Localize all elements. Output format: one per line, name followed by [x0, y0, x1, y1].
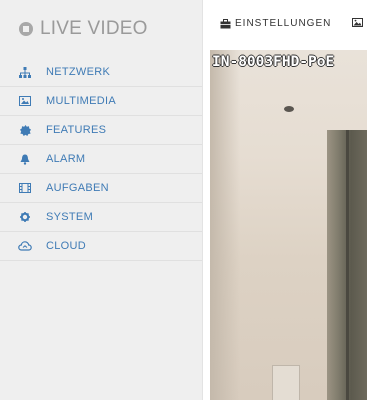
- tab-einstellungen[interactable]: EINSTELLUNGEN: [220, 18, 331, 29]
- tab-label: EINSTELLUNGEN: [235, 18, 332, 29]
- brand-header[interactable]: LIVE VIDEO: [0, 0, 202, 58]
- sidebar: LIVE VIDEO NETZWERK MULTIMEDIA FEATURES …: [0, 0, 203, 400]
- sidebar-item-label: AUFGABEN: [46, 182, 109, 194]
- video-window-bar: [346, 130, 349, 400]
- cog-icon: [18, 211, 32, 223]
- sidebar-menu: NETZWERK MULTIMEDIA FEATURES ALARM AUFGA…: [0, 58, 202, 261]
- sidebar-item-multimedia[interactable]: MULTIMEDIA: [0, 87, 202, 116]
- gear-badge-icon: [18, 124, 32, 136]
- sidebar-item-features[interactable]: FEATURES: [0, 116, 202, 145]
- bell-icon: [18, 153, 32, 165]
- sidebar-item-label: FEATURES: [46, 124, 107, 136]
- sidebar-item-label: ALARM: [46, 153, 86, 165]
- sitemap-icon: [18, 66, 32, 78]
- briefcase-icon: [220, 18, 231, 29]
- film-icon: [18, 182, 32, 194]
- cloud-icon: [18, 240, 32, 252]
- brand-title: LIVE VIDEO: [40, 18, 148, 39]
- sidebar-item-label: SYSTEM: [46, 211, 94, 223]
- sidebar-item-alarm[interactable]: ALARM: [0, 145, 202, 174]
- image-icon: [18, 95, 32, 107]
- sidebar-item-system[interactable]: SYSTEM: [0, 203, 202, 232]
- sidebar-item-label: MULTIMEDIA: [46, 95, 117, 107]
- sidebar-item-label: NETZWERK: [46, 66, 111, 78]
- video-ceiling-detail: [284, 106, 294, 112]
- sidebar-item-label: CLOUD: [46, 240, 87, 252]
- tab-multimedia[interactable]: [352, 18, 367, 27]
- sidebar-item-netzwerk[interactable]: NETZWERK: [0, 58, 202, 87]
- video-wall-outlet: [272, 365, 300, 400]
- top-navigation: EINSTELLUNGEN: [203, 0, 367, 50]
- sidebar-item-cloud[interactable]: CLOUD: [0, 232, 202, 261]
- live-video-stream[interactable]: IN-8003FHD-PoE: [210, 50, 367, 400]
- image-icon: [352, 18, 363, 27]
- sidebar-item-aufgaben[interactable]: AUFGABEN: [0, 174, 202, 203]
- camera-osd-label: IN-8003FHD-PoE: [212, 54, 335, 70]
- video-frame-shading: [210, 50, 240, 400]
- stop-circle-icon: [19, 22, 33, 36]
